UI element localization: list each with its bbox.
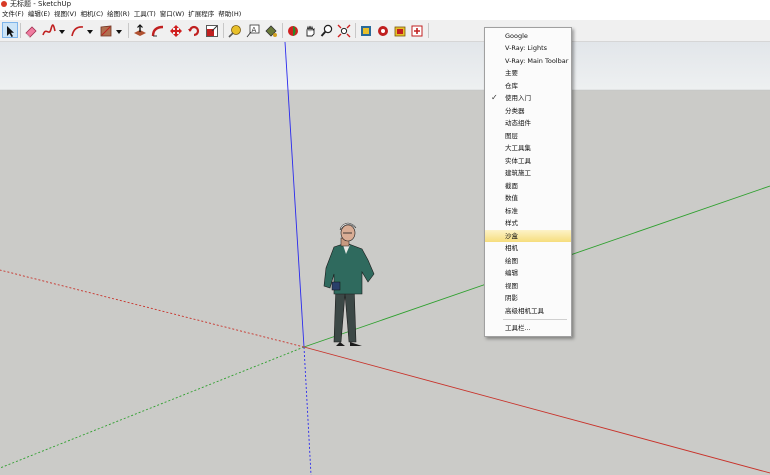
menu-item-getting-started[interactable]: ✓ 使用入门: [485, 92, 571, 104]
menu-item-camera[interactable]: 相机: [485, 242, 571, 254]
rectangle-tool-icon[interactable]: [99, 23, 113, 37]
getting-started-toolbar: A: [0, 20, 770, 42]
toolbar-separator: [128, 23, 129, 38]
menu-item-toolbars[interactable]: 工具栏...: [485, 322, 571, 334]
menu-tools[interactable]: 工具(T): [132, 9, 158, 20]
menu-item-label: 视图: [505, 282, 518, 290]
checkmark-icon: ✓: [491, 93, 498, 102]
toolbar-separator: [223, 23, 224, 38]
menu-item-label: 仓库: [505, 82, 518, 90]
menu-item-label: V-Ray: Lights: [505, 44, 548, 52]
extension-warehouse-icon[interactable]: [376, 23, 390, 37]
menu-item-label: 截面: [505, 182, 518, 190]
menu-item-label: 阴影: [505, 294, 518, 302]
toolbars-context-menu: Google V-Ray: Lights V-Ray: Main Toolbar…: [484, 27, 572, 337]
menu-item-label: 绘图: [505, 257, 518, 265]
sketchup-logo-icon: [1, 1, 7, 7]
menu-item-label: 建筑施工: [505, 169, 531, 177]
menu-bar: 文件(F) 编辑(E) 视图(V) 相机(C) 绘图(R) 工具(T) 窗口(W…: [0, 9, 770, 20]
menu-item-label: Google: [505, 32, 528, 40]
menu-item-views[interactable]: 视图: [485, 280, 571, 292]
menu-item-construction[interactable]: 建筑施工: [485, 167, 571, 179]
model-viewport[interactable]: [0, 42, 770, 475]
menu-edit[interactable]: 编辑(E): [26, 9, 52, 20]
menu-camera[interactable]: 相机(C): [79, 9, 106, 20]
menu-item-dynamic-components[interactable]: 动态组件: [485, 117, 571, 129]
menu-item-sandbox[interactable]: 沙盒: [485, 230, 571, 242]
menu-item-classifier[interactable]: 分类器: [485, 105, 571, 117]
menu-file[interactable]: 文件(F): [0, 9, 26, 20]
zoom-extents-tool-icon[interactable]: [337, 23, 351, 38]
menu-item-google[interactable]: Google: [485, 30, 571, 42]
chevron-down-icon[interactable]: [57, 23, 67, 37]
menu-item-warehouse[interactable]: 仓库: [485, 80, 571, 92]
menu-item-standard[interactable]: 标准: [485, 205, 571, 217]
paint-bucket-tool-icon[interactable]: [264, 23, 278, 37]
chevron-down-icon[interactable]: [85, 23, 95, 37]
rotate-tool-icon[interactable]: [187, 23, 201, 37]
menu-item-label: 使用入门: [505, 94, 531, 102]
svg-text:A: A: [252, 26, 257, 34]
menu-item-label: 图层: [505, 132, 518, 140]
3d-warehouse-icon[interactable]: [359, 23, 373, 37]
menu-item-large-tool-set[interactable]: 大工具集: [485, 142, 571, 154]
push-pull-tool-icon[interactable]: [133, 23, 147, 37]
sky: [0, 42, 770, 90]
menu-item-label: 数值: [505, 194, 518, 202]
menu-item-edit[interactable]: 编辑: [485, 267, 571, 279]
zoom-tool-icon[interactable]: [320, 23, 334, 37]
menu-item-label: 高级相机工具: [505, 307, 544, 315]
menu-item-label: 大工具集: [505, 144, 531, 152]
move-tool-icon[interactable]: [169, 23, 183, 37]
menu-item-label: 主要: [505, 69, 518, 77]
menu-item-label: V-Ray: Main Toolbar: [505, 57, 569, 65]
pan-tool-icon[interactable]: [303, 23, 317, 37]
toolbar-separator: [355, 23, 356, 38]
menu-window[interactable]: 窗口(W): [158, 9, 187, 20]
menu-item-advanced-camera-tools[interactable]: 高级相机工具: [485, 305, 571, 317]
toolbar-separator: [282, 23, 283, 38]
ground: [0, 90, 770, 475]
menu-item-shadows[interactable]: 阴影: [485, 292, 571, 304]
menu-item-label: 编辑: [505, 269, 518, 277]
menu-item-drawing[interactable]: 绘图: [485, 255, 571, 267]
menu-item-label: 实体工具: [505, 157, 531, 165]
menu-help[interactable]: 帮助(H): [216, 9, 243, 20]
menu-item-label: 样式: [505, 219, 518, 227]
window-title: 无标题 - SketchUp: [10, 0, 72, 8]
select-tool-icon[interactable]: [2, 22, 18, 38]
eraser-tool-icon[interactable]: [24, 23, 38, 38]
menu-item-label: 标准: [505, 207, 518, 215]
toolbar-separator: [20, 23, 21, 38]
arc-tool-icon[interactable]: [70, 23, 84, 37]
menu-item-label: 分类器: [505, 107, 525, 115]
scale-tool-icon[interactable]: [205, 23, 219, 37]
menu-extensions[interactable]: 扩展程序: [186, 9, 216, 20]
toolbar-separator: [428, 23, 429, 38]
chevron-down-icon[interactable]: [114, 23, 124, 37]
menu-item-section[interactable]: 截面: [485, 180, 571, 192]
layout-send-icon[interactable]: [393, 23, 407, 37]
menu-separator: [503, 319, 567, 320]
menu-item-vray-main-toolbar[interactable]: V-Ray: Main Toolbar: [485, 55, 571, 67]
tape-measure-tool-icon[interactable]: [228, 23, 242, 38]
freehand-tool-icon[interactable]: [42, 23, 56, 37]
menu-item-label: 相机: [505, 244, 518, 252]
menu-item-label: 动态组件: [505, 119, 531, 127]
extension-manager-icon[interactable]: [410, 23, 424, 37]
menu-item-principal[interactable]: 主要: [485, 67, 571, 79]
menu-item-vray-lights[interactable]: V-Ray: Lights: [485, 42, 571, 54]
title-bar: 无标题 - SketchUp: [0, 0, 770, 9]
menu-item-measurements[interactable]: 数值: [485, 192, 571, 204]
follow-me-tool-icon[interactable]: [151, 23, 165, 37]
menu-item-solid-tools[interactable]: 实体工具: [485, 155, 571, 167]
orbit-tool-icon[interactable]: [286, 23, 300, 37]
text-tool-icon[interactable]: A: [246, 23, 260, 38]
menu-view[interactable]: 视图(V): [52, 9, 79, 20]
menu-draw[interactable]: 绘图(R): [105, 9, 132, 20]
menu-item-styles[interactable]: 样式: [485, 217, 571, 229]
menu-item-label: 沙盒: [505, 232, 518, 240]
menu-item-label: 工具栏...: [505, 324, 531, 332]
menu-item-layers[interactable]: 图层: [485, 130, 571, 142]
